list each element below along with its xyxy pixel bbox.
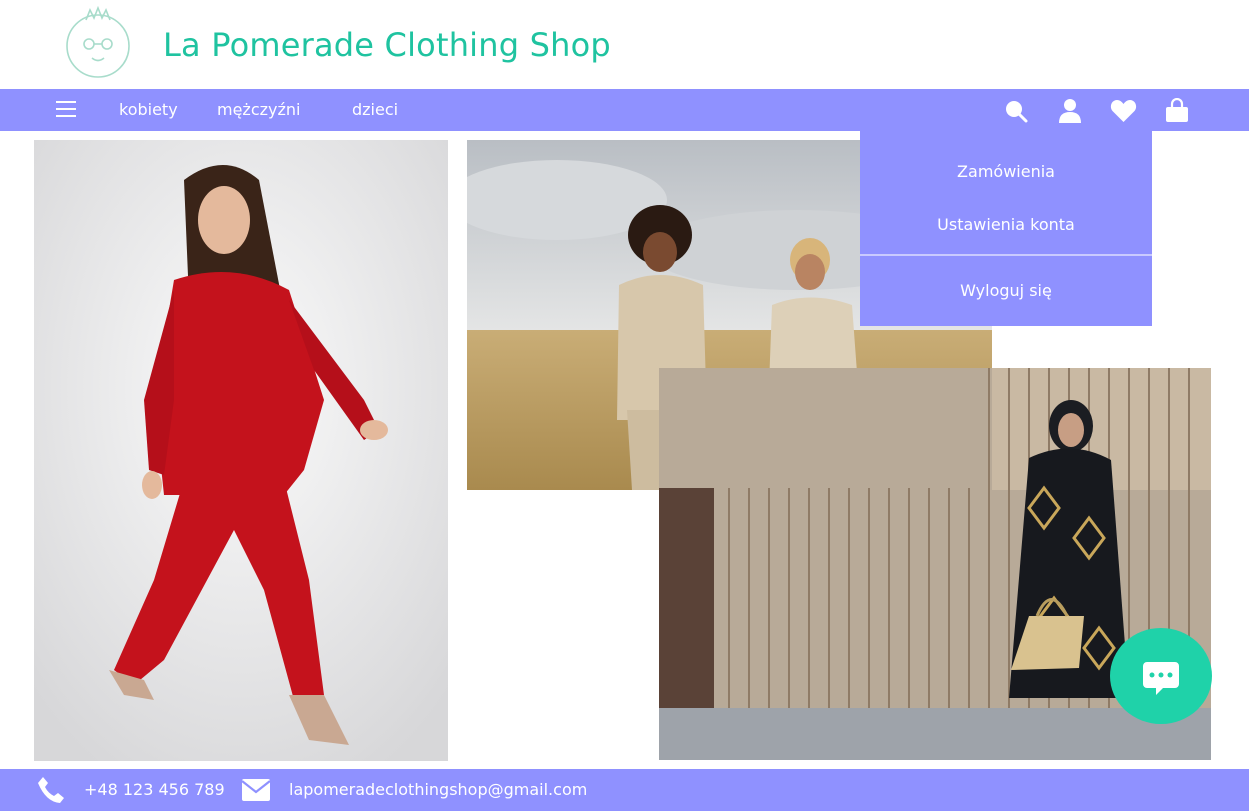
pomegranate-logo-icon[interactable] [62,5,134,78]
heart-icon[interactable] [1110,98,1137,124]
footer-email[interactable]: lapomeradeclothingshop@gmail.com [289,780,587,799]
site-footer: +48 123 456 789 lapomeradeclothingshop@g… [0,769,1249,811]
user-icon[interactable] [1057,98,1083,124]
site-title[interactable]: La Pomerade Clothing Shop [163,26,611,64]
product-photo-red-suit[interactable] [34,140,448,761]
mail-icon [241,776,271,804]
shopping-bag-icon[interactable] [1164,97,1190,124]
footer-phone[interactable]: +48 123 456 789 [84,780,225,799]
account-dropdown-menu: Zamówienia Ustawienia konta Wyloguj się [860,131,1152,326]
site-header: La Pomerade Clothing Shop [0,0,1249,89]
chat-button[interactable] [1110,628,1212,724]
phone-icon [36,775,66,805]
logout-menu-item[interactable]: Wyloguj się [860,281,1152,300]
nav-link-kobiety[interactable]: kobiety [119,100,178,119]
orders-menu-item[interactable]: Zamówienia [860,162,1152,181]
account-settings-menu-item[interactable]: Ustawienia konta [860,215,1152,234]
nav-link-dzieci[interactable]: dzieci [352,100,398,119]
chat-bubble-icon [1143,662,1179,695]
hamburger-menu-icon[interactable] [56,101,76,117]
dropdown-divider [860,254,1152,256]
search-icon[interactable] [1003,98,1029,124]
nav-link-mezczyzni[interactable]: mężczyźni [217,100,300,119]
